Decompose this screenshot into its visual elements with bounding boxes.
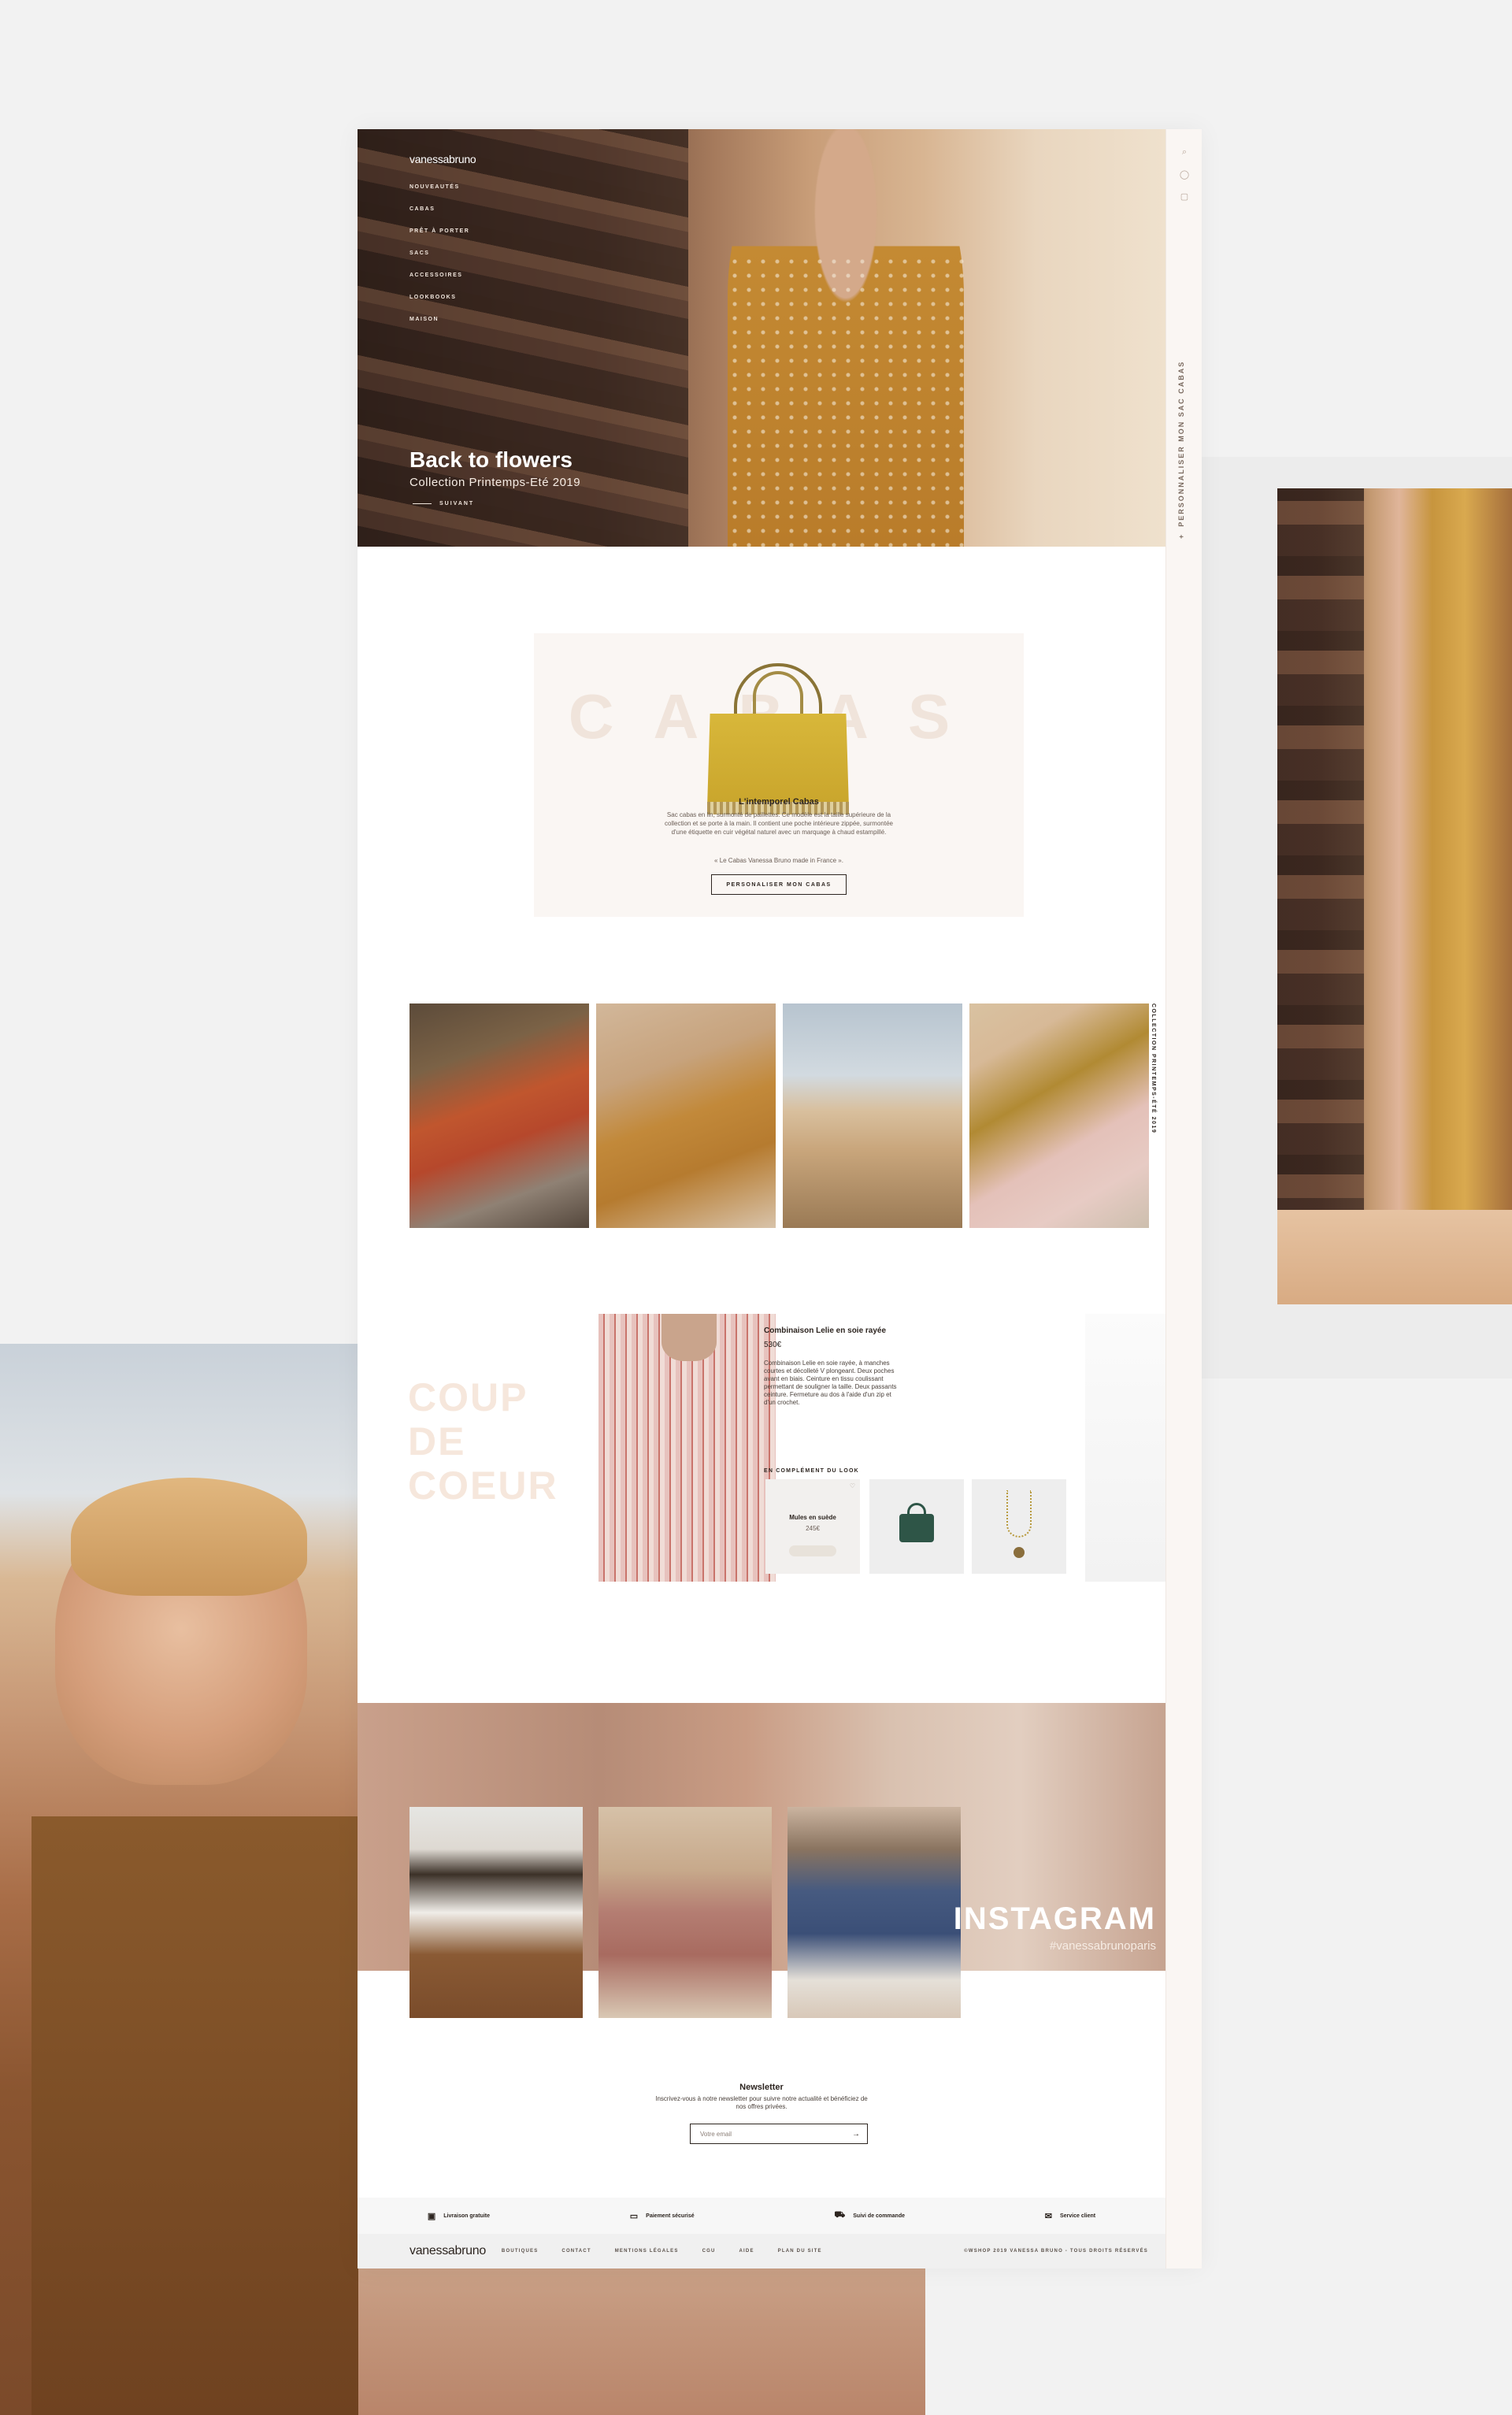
nav-item-accessoires[interactable]: ACCESSOIRES xyxy=(410,265,469,287)
nav-item-sacs[interactable]: SACS xyxy=(410,243,469,265)
footer-link-plan-du-site[interactable]: PLAN DU SITE xyxy=(778,2249,822,2254)
reassurance-label: Service client xyxy=(1059,2213,1096,2219)
brand-logo[interactable]: vanessabruno xyxy=(410,153,476,165)
newsletter-form: → xyxy=(690,2124,868,2144)
model-top xyxy=(32,1816,358,2415)
model-head xyxy=(662,1314,717,1361)
lookbook-photo[interactable] xyxy=(596,1003,776,1228)
newsletter-email-input[interactable] xyxy=(691,2124,845,2143)
truck-icon: ⛟ xyxy=(834,2210,846,2220)
bag-body xyxy=(707,714,849,808)
footer-links: BOUTIQUES CONTACT MENTIONS LÉGALES CGU A… xyxy=(502,2249,822,2254)
lookbook-photo[interactable] xyxy=(969,1003,1149,1228)
hero-banner[interactable]: vanessabruno NOUVEAUTÉS CABAS PRÊT À POR… xyxy=(358,129,1166,547)
cabas-title: L'intemporel Cabas xyxy=(739,797,819,807)
instagram-post[interactable] xyxy=(410,1807,583,2018)
necklace-medal xyxy=(1014,1547,1025,1558)
shoe-image xyxy=(789,1545,836,1556)
footer-link-boutiques[interactable]: BOUTIQUES xyxy=(502,2249,538,2254)
complement-label: EN COMPLÉMENT DU LOOK xyxy=(764,1468,859,1474)
line-icon xyxy=(413,503,432,504)
main-nav: NOUVEAUTÉS CABAS PRÊT À PORTER SACS ACCE… xyxy=(410,176,469,331)
side-photo-model xyxy=(1277,488,1512,1304)
hero-title: Back to flowers xyxy=(410,447,573,472)
hero-subtitle: Collection Printemps-Eté 2019 xyxy=(410,476,581,489)
hero-model xyxy=(728,129,964,547)
newsletter-description: Inscrivez-vous à notre newsletter pour s… xyxy=(655,2095,868,2110)
heading-line: COUP xyxy=(408,1375,528,1419)
footer-logo[interactable]: vanessabruno xyxy=(410,2244,486,2258)
reassurance-item[interactable]: ✉ Service client xyxy=(1045,2211,1095,2221)
reassurance-item[interactable]: ⛟ Suivi de commande xyxy=(834,2210,905,2221)
personalize-cabas-button[interactable]: PERSONALISER MON CABAS xyxy=(711,874,847,895)
coup-de-coeur-heading: COUP DE COEUR xyxy=(408,1375,558,1508)
complement-product-bag[interactable] xyxy=(869,1479,964,1574)
reassurance-label: Paiement sécurisé xyxy=(646,2213,695,2219)
nav-item-nouveautes[interactable]: NOUVEAUTÉS xyxy=(410,176,469,198)
complement-product-price: 245€ xyxy=(806,1525,820,1532)
card-icon: ▭ xyxy=(629,2211,639,2221)
instagram-hashtag[interactable]: #vanessabrunoparis xyxy=(920,1939,1156,1953)
model-hair xyxy=(71,1478,307,1596)
footer-link-mentions-legales[interactable]: MENTIONS LÉGALES xyxy=(615,2249,679,2254)
necklace-chain xyxy=(1006,1490,1032,1538)
heading-line: DE xyxy=(408,1419,466,1463)
newsletter-submit-button[interactable]: → xyxy=(845,2124,867,2143)
bag-icon[interactable]: ▢ xyxy=(1179,191,1190,202)
box-icon: ▣ xyxy=(427,2211,436,2221)
sand-ground xyxy=(1277,1210,1512,1304)
footer: vanessabruno BOUTIQUES CONTACT MENTIONS … xyxy=(358,2234,1166,2268)
complement-product-necklace[interactable] xyxy=(972,1479,1066,1574)
collection-label: COLLECTION PRINTEMPS-ÉTÉ 2019 xyxy=(1151,1003,1156,1134)
nav-item-lookbooks[interactable]: LOOKBOOKS xyxy=(410,287,469,309)
personalize-cabas-link[interactable]: + PERSONNALISER MON SAC CABAS xyxy=(1177,361,1191,547)
reassurance-item[interactable]: ▭ Paiement sécurisé xyxy=(630,2211,695,2221)
nav-item-cabas[interactable]: CABAS xyxy=(410,198,469,221)
cabas-note: « Le Cabas Vanessa Bruno made in France … xyxy=(714,857,843,864)
hero-next-button[interactable]: SUIVANT xyxy=(413,501,474,506)
footer-link-cgu[interactable]: CGU xyxy=(702,2249,716,2254)
product-description: Combinaison Lelie en soie rayée, à manch… xyxy=(764,1360,897,1406)
complement-product-name: Mules en suède xyxy=(789,1514,836,1521)
product-price: 530€ xyxy=(764,1341,782,1349)
chat-icon: ✉ xyxy=(1044,2211,1052,2221)
right-rail: ⌕ ◯ ▢ + PERSONNALISER MON SAC CABAS xyxy=(1166,129,1202,2268)
next-product-preview[interactable] xyxy=(1085,1314,1166,1582)
reassurance-label: Livraison gratuite xyxy=(443,2213,491,2219)
nav-item-pret-a-porter[interactable]: PRÊT À PORTER xyxy=(410,221,469,243)
heart-icon[interactable]: ♡ xyxy=(850,1482,855,1489)
lookbook-photo[interactable] xyxy=(783,1003,962,1228)
nav-item-maison[interactable]: MAISON xyxy=(410,309,469,331)
newsletter-title: Newsletter xyxy=(739,2083,784,2092)
plus-icon: + xyxy=(1177,532,1185,539)
user-icon[interactable]: ◯ xyxy=(1179,169,1190,180)
footer-link-aide[interactable]: AIDE xyxy=(739,2249,754,2254)
instagram-title[interactable]: INSTAGRAM xyxy=(920,1901,1156,1937)
hero-next-label: SUIVANT xyxy=(439,501,475,506)
product-name[interactable]: Combinaison Lelie en soie rayée xyxy=(764,1326,886,1335)
featured-product-photo[interactable] xyxy=(598,1314,776,1582)
complement-product-mules[interactable]: ♡ Mules en suède 245€ xyxy=(765,1479,860,1574)
footer-copyright: ©WSHOP 2019 VANESSA BRUNO - TOUS DROITS … xyxy=(964,2249,1148,2254)
footer-link-contact[interactable]: CONTACT xyxy=(561,2249,591,2254)
bag-image xyxy=(899,1514,934,1542)
heading-line: COEUR xyxy=(408,1463,558,1508)
reassurance-item[interactable]: ▣ Livraison gratuite xyxy=(428,2211,490,2221)
lookbook-photo[interactable] xyxy=(410,1003,589,1228)
lookbook-side-label: COLLECTION PRINTEMPS-ÉTÉ 2019 xyxy=(1145,1003,1161,1228)
reassurance-bar: ▣ Livraison gratuite ▭ Paiement sécurisé… xyxy=(358,2198,1166,2234)
homepage: ⌕ ◯ ▢ + PERSONNALISER MON SAC CABAS vanes… xyxy=(358,129,1202,2268)
reassurance-label: Suivi de commande xyxy=(853,2213,905,2219)
cabas-feature: CABAS L'intemporel Cabas Sac cabas en li… xyxy=(534,633,1024,917)
search-icon[interactable]: ⌕ xyxy=(1179,147,1190,158)
bottom-photo xyxy=(358,2268,925,2415)
stone-wall xyxy=(1277,488,1364,1304)
personalize-label: PERSONNALISER MON SAC CABAS xyxy=(1177,360,1185,527)
cabas-description: Sac cabas en lin, surmonté de paillettes… xyxy=(665,811,893,836)
side-photo-portrait xyxy=(0,1344,358,2415)
instagram-post[interactable] xyxy=(598,1807,772,2018)
